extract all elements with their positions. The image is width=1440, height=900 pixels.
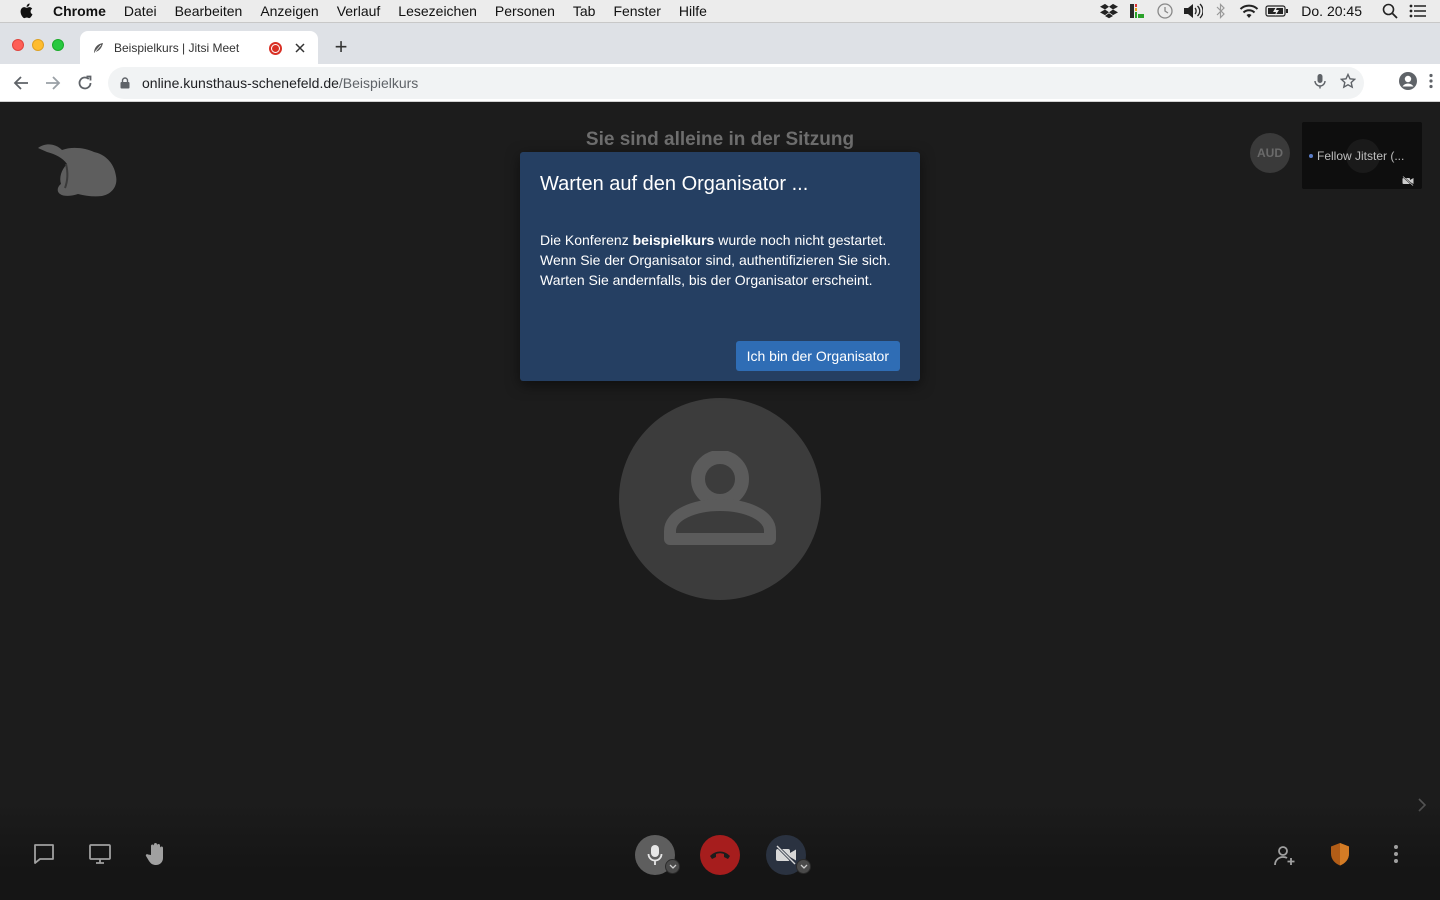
camera-button[interactable] (766, 835, 811, 875)
camera-off-icon (775, 845, 797, 865)
omnibox-actions (1314, 67, 1357, 99)
menu-personen[interactable]: Personen (495, 3, 555, 19)
menu-app-chrome[interactable]: Chrome (53, 3, 106, 19)
large-participant-avatar (619, 398, 821, 600)
connection-indicator-icon (1309, 154, 1313, 158)
menubar-status-area: Do. 20:45 (1095, 0, 1440, 22)
dialog-room-name: beispielkurs (632, 232, 715, 248)
window-maximize-button[interactable] (52, 39, 64, 51)
dialog-message-prefix: Die Konferenz (540, 232, 633, 248)
audio-settings-chevron-icon[interactable] (665, 859, 680, 874)
new-tab-button[interactable]: + (330, 36, 352, 58)
window-close-button[interactable] (12, 39, 24, 51)
macos-menubar: Chrome Datei Bearbeiten Anzeigen Verlauf… (0, 0, 1440, 22)
url-path: /Beispielkurs (338, 75, 419, 91)
menu-anzeigen[interactable]: Anzeigen (260, 3, 318, 19)
url-host: online.kunsthaus-schenefeld.de (142, 75, 339, 91)
default-user-icon (664, 451, 776, 545)
menu-datei[interactable]: Datei (124, 3, 157, 19)
wifi-icon[interactable] (1235, 0, 1263, 22)
browser-tabstrip: Beispielkurs | Jitsi Meet + (0, 22, 1440, 65)
chat-icon[interactable] (29, 839, 59, 869)
reload-button[interactable] (69, 67, 101, 99)
raise-hand-icon[interactable] (141, 839, 171, 869)
microphone-button[interactable] (635, 835, 680, 875)
local-video-thumbnail[interactable]: Fellow Jitster (... (1302, 122, 1422, 189)
alone-in-meeting-notice: Sie sind alleine in der Sitzung (585, 129, 855, 150)
volume-icon[interactable] (1179, 0, 1207, 22)
bluetooth-icon[interactable] (1207, 0, 1235, 22)
address-bar[interactable]: online.kunsthaus-schenefeld.de/Beispielk… (108, 67, 1364, 99)
forward-button[interactable] (37, 67, 69, 99)
time-machine-icon[interactable] (1151, 0, 1179, 22)
menu-lesezeichen[interactable]: Lesezeichen (398, 3, 477, 19)
toolbar-right (1398, 67, 1434, 99)
video-settings-chevron-icon[interactable] (796, 859, 811, 874)
menu-tab[interactable]: Tab (573, 3, 596, 19)
more-actions-icon[interactable] (1381, 839, 1411, 869)
microphone-in-use-icon[interactable] (1314, 73, 1326, 94)
jitsi-favicon-icon (90, 40, 106, 56)
browser-tab-active[interactable]: Beispielkurs | Jitsi Meet (80, 31, 318, 65)
hangup-icon (710, 851, 730, 859)
waiting-for-host-dialog: Warten auf den Organisator ... Die Konfe… (520, 152, 920, 381)
audio-only-avatar[interactable]: AUD (1250, 133, 1290, 173)
back-button[interactable] (5, 67, 37, 99)
battery-monitor-icon[interactable] (1123, 0, 1151, 22)
tab-title: Beispielkurs | Jitsi Meet (114, 41, 240, 55)
window-minimize-button[interactable] (32, 39, 44, 51)
bookmark-star-icon[interactable] (1339, 72, 1357, 94)
apple-icon[interactable] (19, 3, 37, 19)
menubar-clock[interactable]: Do. 20:45 (1301, 3, 1362, 19)
meeting-toolbar (0, 802, 1440, 900)
participant-name: Fellow Jitster (... (1317, 149, 1405, 163)
dialog-title: Warten auf den Organisator ... (540, 173, 809, 195)
battery-icon[interactable] (1263, 0, 1291, 22)
notification-center-icon[interactable] (1404, 0, 1432, 22)
window-controls (12, 39, 64, 51)
screen-share-icon[interactable] (85, 839, 115, 869)
spotlight-search-icon[interactable] (1376, 0, 1404, 22)
i-am-host-button[interactable]: Ich bin der Organisator (735, 341, 900, 371)
menu-fenster[interactable]: Fenster (613, 3, 660, 19)
browser-toolbar: online.kunsthaus-schenefeld.de/Beispielk… (0, 64, 1440, 102)
jitsi-stage: Sie sind alleine in der Sitzung AUD Fell… (0, 102, 1440, 900)
tab-close-icon[interactable] (292, 40, 308, 56)
lock-icon[interactable] (120, 76, 134, 90)
menu-verlauf[interactable]: Verlauf (337, 3, 381, 19)
chrome-menu-icon[interactable] (1428, 73, 1434, 94)
dropbox-icon[interactable] (1095, 0, 1123, 22)
profile-avatar-icon[interactable] (1398, 71, 1418, 96)
menu-hilfe[interactable]: Hilfe (679, 3, 707, 19)
hangup-button[interactable] (700, 835, 740, 875)
recording-indicator-icon (269, 41, 282, 55)
video-muted-icon (1402, 173, 1414, 187)
microphone-icon (647, 845, 663, 865)
dialog-message: Die Konferenz beispielkurs wurde noch ni… (540, 230, 900, 290)
security-shield-icon[interactable] (1325, 839, 1355, 869)
invite-people-icon[interactable] (1270, 841, 1300, 871)
menu-bearbeiten[interactable]: Bearbeiten (175, 3, 243, 19)
